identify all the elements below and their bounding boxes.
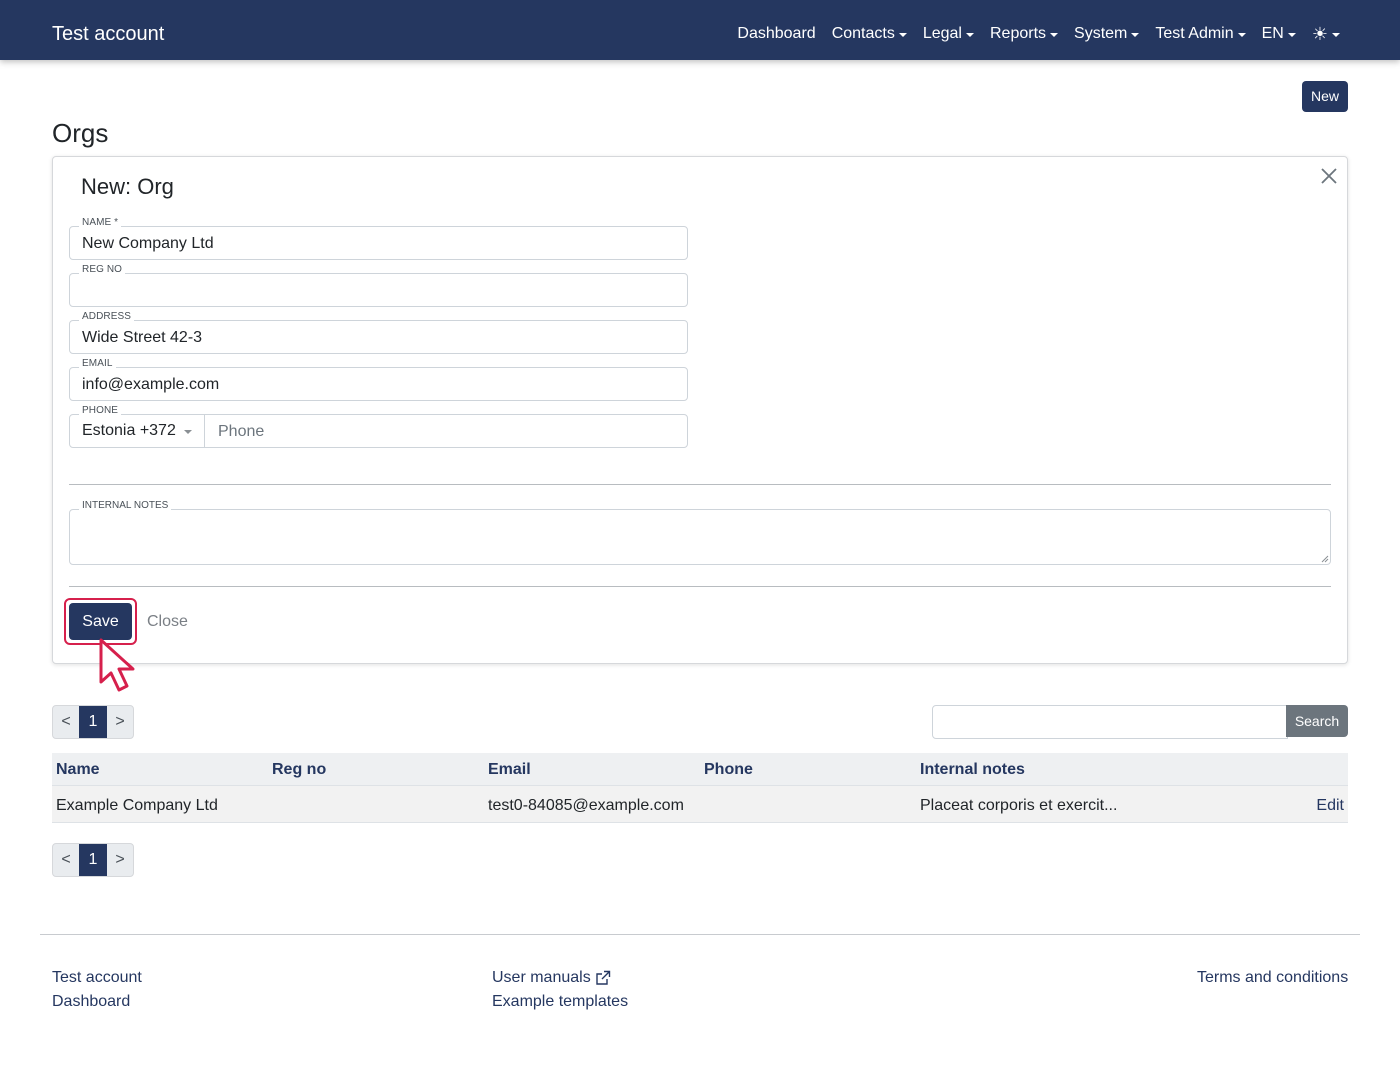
nav-theme-dropdown[interactable]: ☀ [1312, 25, 1340, 43]
external-link-icon [596, 970, 610, 985]
footer-link-terms[interactable]: Terms and conditions [1197, 968, 1348, 988]
column-header-name[interactable]: Name [56, 760, 100, 780]
name-value: New Company Ltd [82, 235, 214, 252]
phone-field: Estonia +372 Phone PHONE [69, 405, 688, 448]
name-field[interactable]: NAME * New Company Ltd [69, 217, 688, 260]
table-row: Example Company Ltd test0-84085@example.… [52, 786, 1348, 823]
nav-legal-label: Legal [922, 25, 962, 42]
prev-page-button[interactable]: < [53, 844, 79, 876]
address-label: ADDRESS [79, 311, 135, 323]
nav-menu: Dashboard Contacts Legal Reports System … [737, 23, 1340, 45]
address-field[interactable]: ADDRESS Wide Street 42-3 [69, 311, 688, 354]
caret-down-icon [898, 32, 907, 37]
reg-no-input[interactable] [69, 273, 688, 307]
column-header-reg-no[interactable]: Reg no [272, 760, 326, 780]
phone-input[interactable]: Phone [218, 422, 264, 442]
internal-notes-label: INTERNAL NOTES [79, 500, 172, 512]
column-header-email[interactable]: Email [488, 760, 531, 780]
footer-link-dashboard[interactable]: Dashboard [52, 992, 130, 1012]
nav-contacts-dropdown[interactable]: Contacts [832, 23, 907, 45]
edit-link[interactable]: Edit [1316, 796, 1344, 816]
pagination-bottom: < 1 > [52, 843, 134, 877]
cell-email: test0-84085@example.com [488, 797, 684, 814]
caret-down-icon [1050, 32, 1059, 37]
caret-down-icon [1287, 32, 1296, 37]
close-icon[interactable] [1319, 166, 1339, 186]
column-header-phone[interactable]: Phone [704, 760, 753, 780]
nav-legal-dropdown[interactable]: Legal [923, 23, 974, 45]
search-input[interactable] [932, 705, 1288, 739]
search-button[interactable]: Search [1286, 705, 1348, 737]
nav-contacts-label: Contacts [831, 25, 895, 42]
nav-system-dropdown[interactable]: System [1074, 23, 1140, 45]
resize-handle-icon[interactable] [1321, 555, 1329, 563]
email-field[interactable]: EMAIL info@example.com [69, 358, 688, 401]
nav-user-label: Test Admin [1155, 25, 1234, 42]
top-navbar: Test account Dashboard Contacts Legal Re… [0, 0, 1400, 60]
country-code-value: Estonia +372 [82, 422, 176, 439]
nav-reports-dropdown[interactable]: Reports [989, 23, 1059, 45]
next-page-button[interactable]: > [107, 706, 133, 738]
address-value: Wide Street 42-3 [82, 329, 203, 346]
footer-link-test-account[interactable]: Test account [52, 968, 142, 988]
mouse-pointer-icon [99, 638, 135, 692]
caret-down-icon [183, 429, 192, 434]
table-header: Name Reg no Email Phone Internal notes [52, 753, 1348, 786]
form-title: New: Org [81, 174, 174, 199]
footer-link-user-manuals-label: User manuals [492, 969, 591, 986]
caret-down-icon [965, 32, 974, 37]
close-button[interactable]: Close [147, 612, 188, 632]
email-value: info@example.com [82, 376, 220, 393]
country-code-select[interactable]: Estonia +372 [69, 414, 205, 448]
nav-language-label: EN [1261, 25, 1284, 42]
divider [69, 586, 1331, 587]
brand-title[interactable]: Test account [52, 22, 164, 46]
email-label: EMAIL [79, 358, 116, 370]
new-button[interactable]: New [1302, 81, 1348, 112]
nav-dashboard[interactable]: Dashboard [737, 23, 815, 45]
name-label: NAME * [79, 217, 122, 229]
divider [69, 484, 1331, 485]
pagination-top: < 1 > [52, 705, 134, 739]
nav-system-label: System [1074, 25, 1128, 42]
caret-down-icon [1237, 32, 1246, 37]
cell-internal-notes: Placeat corporis et exercit... [920, 797, 1118, 814]
internal-notes-field[interactable]: INTERNAL NOTES [69, 500, 1331, 565]
phone-label: PHONE [79, 405, 122, 417]
column-header-internal-notes[interactable]: Internal notes [920, 760, 1025, 780]
caret-down-icon [1131, 32, 1140, 37]
current-page-button[interactable]: 1 [79, 844, 107, 876]
nav-language-dropdown[interactable]: EN [1262, 23, 1296, 45]
next-page-button[interactable]: > [107, 844, 133, 876]
current-page-button[interactable]: 1 [79, 706, 107, 738]
page-title: Orgs [52, 118, 109, 148]
nav-reports-label: Reports [989, 25, 1047, 42]
sun-icon: ☀ [1311, 24, 1328, 44]
nav-user-dropdown[interactable]: Test Admin [1155, 23, 1246, 45]
reg-no-label: REG NO [79, 264, 126, 276]
new-org-card: New: Org NAME * New Company Ltd REG NO A… [52, 156, 1348, 664]
prev-page-button[interactable]: < [53, 706, 79, 738]
caret-down-icon [1332, 32, 1340, 37]
cell-name: Example Company Ltd [56, 797, 218, 814]
save-button[interactable]: Save [69, 603, 132, 640]
reg-no-field[interactable]: REG NO [69, 264, 688, 307]
footer-link-example-templates[interactable]: Example templates [492, 992, 628, 1012]
nav-dashboard-label: Dashboard [737, 25, 816, 42]
footer-divider [40, 934, 1360, 935]
footer-link-user-manuals[interactable]: User manuals [492, 968, 611, 988]
internal-notes-textarea[interactable] [69, 509, 1331, 565]
